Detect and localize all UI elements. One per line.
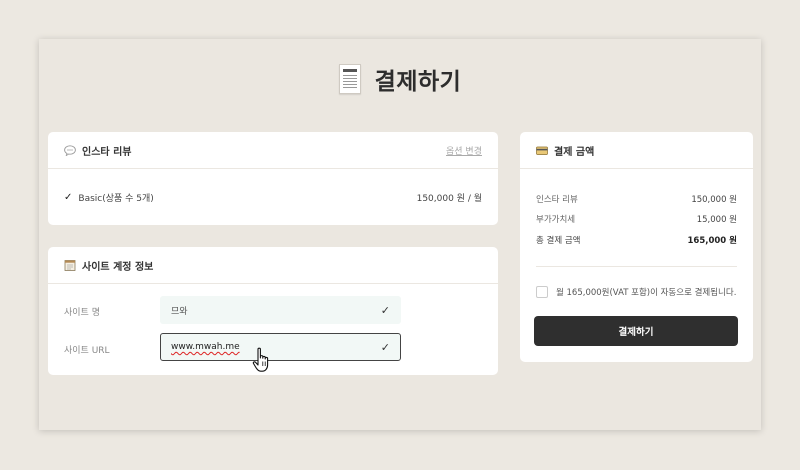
- summary-value: 150,000 원: [691, 195, 737, 205]
- summary-row: 부가가치세 15,000 원: [536, 213, 737, 225]
- payment-card-title: 결제 금액: [554, 146, 595, 158]
- site-name-label: 사이트 명: [64, 308, 100, 318]
- check-icon: ✓: [64, 191, 73, 203]
- product-item-name: Basic(상품 수 5개): [78, 193, 154, 204]
- payment-card-header: 결제 금액: [520, 132, 753, 169]
- page-header: 결제하기: [0, 62, 800, 96]
- agree-checkbox[interactable]: [536, 286, 548, 298]
- speech-bubble-icon: [64, 144, 76, 156]
- product-item-row: ✓ Basic(상품 수 5개) 150,000 원 / 월: [64, 190, 482, 204]
- credit-card-icon: [536, 146, 548, 155]
- checkmark-icon: ✓: [380, 340, 390, 354]
- product-card-title: 인스타 리뷰: [82, 146, 132, 158]
- payment-summary-card: 결제 금액 인스타 리뷰 150,000 원 부가가치세 15,000 원 총 …: [520, 132, 753, 362]
- notepad-icon: [64, 259, 76, 271]
- site-url-label: 사이트 URL: [64, 346, 110, 356]
- summary-total-value: 165,000 원: [687, 236, 738, 246]
- site-name-value: 므와: [171, 306, 188, 317]
- auto-payment-agree[interactable]: 월 165,000원(VAT 포함)이 자동으로 결제됩니다.: [536, 286, 743, 298]
- product-card: 인스타 리뷰 옵션 변경 ✓ Basic(상품 수 5개) 150,000 원 …: [48, 132, 498, 225]
- account-card-title: 사이트 계정 정보: [82, 261, 154, 273]
- summary-total-row: 총 결제 금액 165,000 원: [536, 234, 737, 246]
- page-title: 결제하기: [374, 69, 462, 95]
- summary-row: 인스타 리뷰 150,000 원: [536, 193, 737, 205]
- summary-label: 인스타 리뷰: [536, 195, 578, 205]
- site-url-input[interactable]: www.mwah.me ✓: [160, 333, 401, 361]
- product-item-price: 150,000 원 / 월: [416, 193, 482, 204]
- divider: [536, 266, 737, 267]
- site-url-value: www.mwah.me: [171, 342, 240, 352]
- checkmark-icon: ✓: [380, 303, 390, 317]
- pay-button[interactable]: 결제하기: [534, 316, 738, 346]
- hand-pointer-cursor-icon: [252, 347, 269, 372]
- receipt-icon: [338, 64, 361, 94]
- product-card-header: 인스타 리뷰 옵션 변경: [48, 132, 498, 169]
- summary-label: 부가가치세: [536, 215, 576, 225]
- summary-total-label: 총 결제 금액: [536, 236, 581, 246]
- agree-text: 월 165,000원(VAT 포함)이 자동으로 결제됩니다.: [556, 288, 737, 298]
- change-option-link[interactable]: 옵션 변경: [446, 144, 482, 157]
- site-name-input[interactable]: 므와 ✓: [160, 296, 401, 324]
- account-card-header: 사이트 계정 정보: [48, 247, 498, 284]
- summary-value: 15,000 원: [696, 215, 737, 225]
